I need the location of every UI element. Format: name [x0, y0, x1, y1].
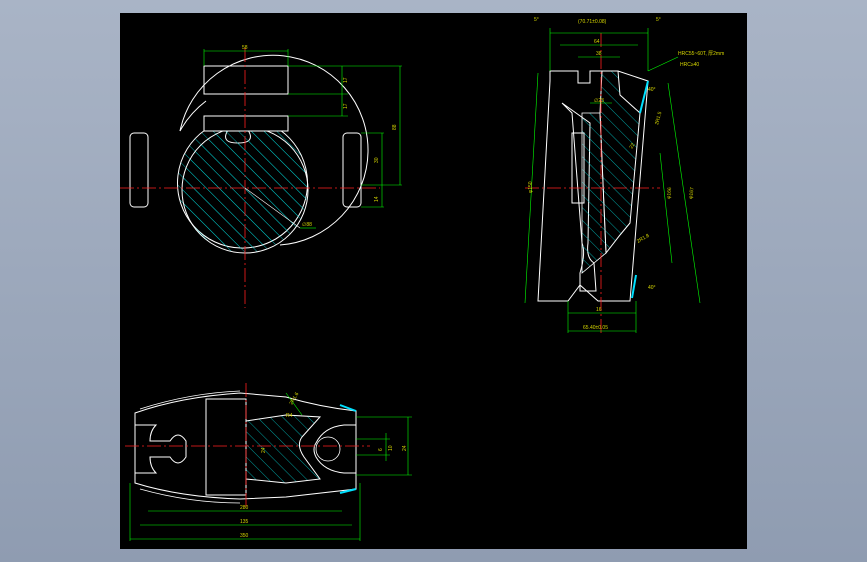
dim-17a: 17 [343, 77, 349, 83]
dim-135: 135 [240, 519, 249, 525]
angle-40a: 40° [648, 87, 656, 93]
dim-top-width: 58 [242, 45, 248, 51]
cad-drawing: 58 17 17 88 30 14 ∅88 5° 5° (70.71±0.08)… [120, 17, 724, 541]
dim-30: 30 [374, 157, 380, 163]
dim-6: 6 [378, 448, 384, 451]
front-view: 2R1.6 R4 24 6 10 24 280 135 350 [125, 383, 412, 541]
dim-phi167: φ167 [688, 187, 696, 200]
angle-right: 5° [656, 17, 661, 23]
dim-2r16: 2R1.6 [289, 391, 301, 406]
dim-r4: R4 [286, 413, 293, 419]
dim-phi166: φ166 [666, 187, 673, 199]
dim-16: 16 [596, 307, 602, 313]
angle-40b: 40° [648, 285, 656, 291]
note-hardness-2: HRC≥40 [680, 62, 699, 68]
dim-2r18: 2R1.8 [636, 233, 651, 245]
dim-24: 24 [261, 447, 267, 453]
dim-64: 64 [594, 39, 600, 45]
angle-left: 5° [534, 17, 539, 23]
dim-350: 350 [240, 533, 249, 539]
dim-23: ∅23 [594, 98, 604, 104]
dim-hub-diameter: ∅88 [302, 222, 312, 228]
dim-24b: 24 [402, 445, 408, 451]
drawing-canvas[interactable]: 58 17 17 88 30 14 ∅88 5° 5° (70.71±0.08)… [120, 13, 747, 549]
dim-top-tolerance: (70.71±0.08) [578, 19, 607, 25]
dim-phi150: φ150 [528, 181, 534, 193]
note-hardness-1: HRC55~60T, 厚2mm [678, 51, 724, 57]
dim-88: 88 [392, 124, 398, 130]
dim-14: 14 [374, 196, 380, 202]
dim-2r15: 2R1.5 [654, 111, 663, 126]
top-view: 58 17 17 88 30 14 ∅88 [120, 45, 402, 308]
dim-10: 10 [388, 445, 394, 451]
dim-17b: 17 [343, 103, 349, 109]
dim-280: 280 [240, 505, 249, 511]
side-view: 5° 5° (70.71±0.08) 64 38 ∅23 φ150 2R1.5 … [524, 17, 724, 333]
dim-bottom: 65.40±0.05 [583, 325, 608, 331]
dim-38: 38 [596, 51, 602, 57]
